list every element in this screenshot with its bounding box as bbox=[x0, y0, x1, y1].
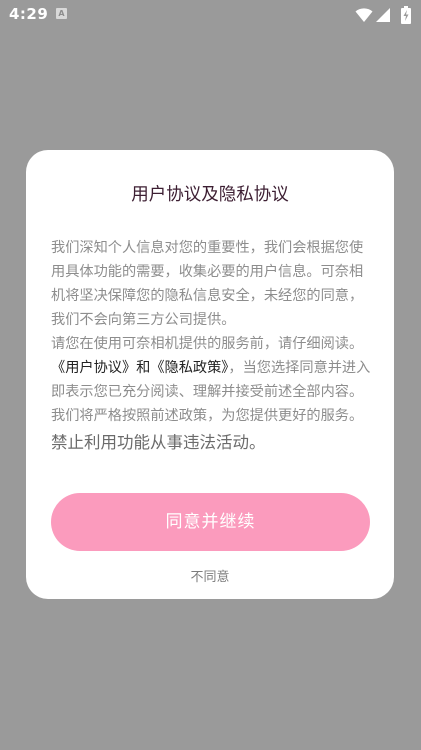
and-text: 和 bbox=[136, 360, 151, 376]
dialog-body: 我们深知个人信息对您的重要性，我们会根据您使用具体功能的需要，收集必要的用户信息… bbox=[51, 236, 373, 455]
notice-paragraph: 请您在使用可奈相机提供的服务前，请仔细阅读。《用户协议》和《隐私政策》，当您选择… bbox=[51, 332, 373, 428]
privacy-dialog: 用户协议及隐私协议 我们深知个人信息对您的重要性，我们会根据您使用具体功能的需要… bbox=[26, 150, 394, 599]
privacy-policy-link[interactable]: 《隐私政策》 bbox=[150, 360, 228, 376]
user-agreement-link[interactable]: 《用户协议》 bbox=[51, 360, 136, 376]
notification-a-icon: A bbox=[56, 8, 67, 19]
status-bar: 4:29 A bbox=[0, 0, 421, 30]
agree-continue-button[interactable]: 同意并继续 bbox=[51, 493, 370, 551]
intro-paragraph: 我们深知个人信息对您的重要性，我们会根据您使用具体功能的需要，收集必要的用户信息… bbox=[51, 240, 364, 328]
prohibition-notice: 禁止利用功能从事违法活动。 bbox=[51, 433, 266, 452]
dialog-title: 用户协议及隐私协议 bbox=[131, 185, 289, 205]
notice-prefix: 请您在使用可奈相机提供的服务前，请仔细阅读。 bbox=[51, 336, 364, 352]
wifi-icon bbox=[355, 8, 373, 22]
battery-charging-icon bbox=[401, 6, 411, 24]
disagree-button[interactable]: 不同意 bbox=[26, 566, 394, 585]
status-time: 4:29 bbox=[9, 5, 49, 23]
cellular-signal-icon bbox=[376, 8, 390, 22]
